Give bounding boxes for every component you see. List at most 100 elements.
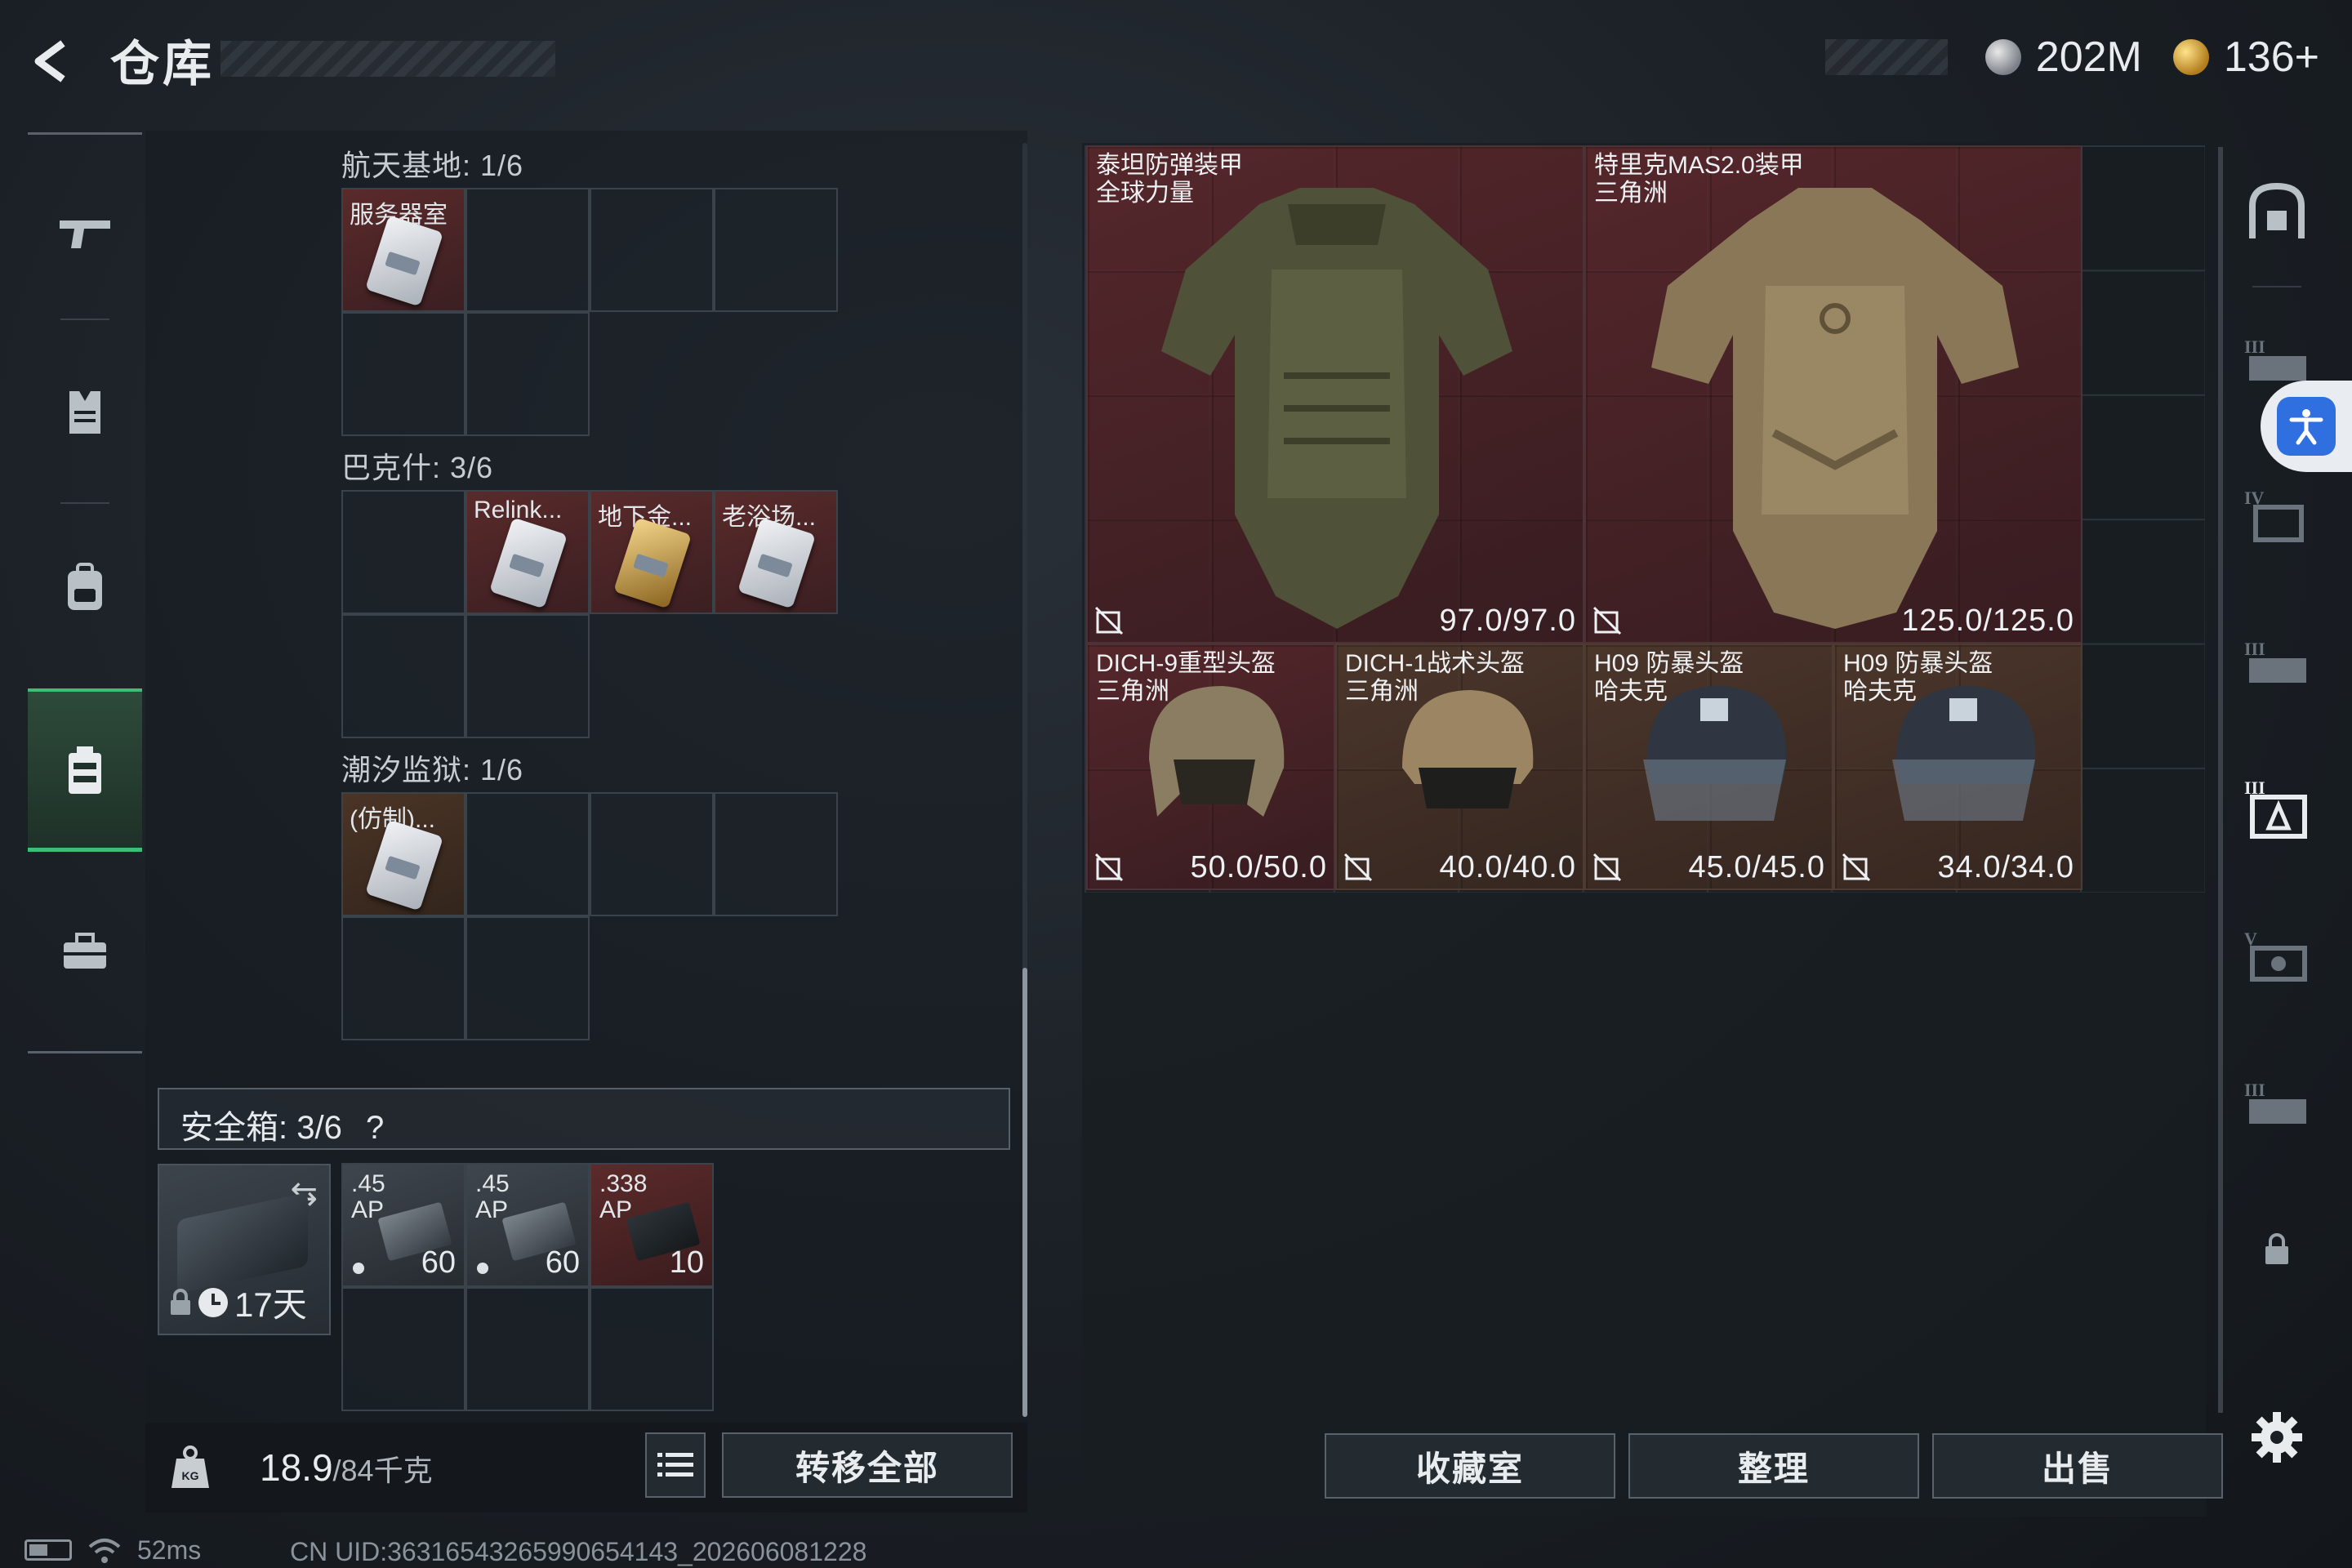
storage-scrollbar[interactable]: [1022, 143, 1027, 1417]
stash-page-5-active[interactable]: III: [2228, 743, 2326, 874]
safe-box-header: 安全箱: 3/6 ?: [158, 1088, 1010, 1150]
helmet-name: DICH-9重型头盔 三角洲: [1096, 650, 1276, 705]
accessibility-button[interactable]: [2261, 381, 2352, 472]
status-bar: 52ms: [24, 1534, 201, 1566]
lock-icon: [171, 1288, 190, 1315]
category-rail: [28, 132, 142, 1054]
svg-text:III: III: [2244, 639, 2265, 659]
ammo-slot-empty[interactable]: [341, 1287, 466, 1411]
keycard-slot-filled[interactable]: (仿制)...: [341, 792, 466, 916]
svg-text:III: III: [2244, 1080, 2265, 1100]
ammo-slot[interactable]: .338 AP 10: [590, 1163, 714, 1287]
scrollbar-thumb[interactable]: [1022, 968, 1027, 1417]
category-tools[interactable]: [28, 870, 142, 1033]
ammo-caliber: .45 AP: [351, 1170, 385, 1223]
keycard-slot-empty[interactable]: [590, 792, 714, 916]
non-insurable-icon: [1343, 853, 1373, 882]
back-button[interactable]: [24, 33, 82, 90]
silver-coin-icon: [1984, 39, 2021, 75]
keycard-slot-filled[interactable]: 老浴场...: [714, 490, 838, 614]
helmet-durability: 34.0/34.0: [1937, 850, 2074, 884]
keycard-slot-empty[interactable]: [341, 916, 466, 1040]
storage-icon: [2249, 182, 2305, 238]
stash-scrollbar[interactable]: [2218, 147, 2223, 1413]
keycard-slot-empty[interactable]: [466, 916, 590, 1040]
collection-room-button[interactable]: 收藏室: [1325, 1433, 1615, 1499]
helmet-name: H09 防暴头盔 哈夫克: [1594, 650, 1744, 705]
list-view-button[interactable]: [645, 1432, 706, 1498]
keycard-slot-empty[interactable]: [466, 792, 590, 916]
ammo-slot-empty[interactable]: [590, 1287, 714, 1411]
keycard-slot-filled[interactable]: Relink...: [466, 490, 590, 614]
safe-box-label: 安全箱: 3/6 ?: [180, 1101, 384, 1148]
keycard-slot-filled[interactable]: 地下金...: [590, 490, 714, 614]
help-icon[interactable]: ?: [366, 1110, 384, 1146]
settings-button[interactable]: [2244, 1405, 2310, 1470]
key-card-case-icon: [69, 746, 101, 794]
armor-item[interactable]: 特里克MAS2.0装甲 三角洲 125.0/125.0: [1584, 145, 2082, 644]
keycard-slot-empty[interactable]: [466, 188, 590, 312]
armor-durability: 125.0/125.0: [1901, 604, 2074, 638]
stash-page-icon: III: [2244, 639, 2306, 683]
stash-page-icon: III: [2244, 777, 2307, 839]
non-insurable-icon: [1842, 853, 1871, 882]
ammo-slot[interactable]: .45 AP 60: [466, 1163, 590, 1287]
list-icon: [657, 1453, 693, 1477]
helmet-item[interactable]: DICH-1战术头盔 三角洲 40.0/40.0: [1335, 644, 1584, 890]
non-insurable-icon: [1592, 606, 1622, 635]
non-insurable-icon: [1094, 853, 1124, 882]
section-label-tidal-prison: 潮汐监狱: 1/6: [341, 753, 524, 786]
keycard-slot-empty[interactable]: [714, 792, 838, 916]
ammo-quantity: 60: [545, 1245, 580, 1280]
category-keycard-case[interactable]: [28, 688, 142, 852]
category-vests[interactable]: [28, 331, 142, 494]
weight-bar: KG 18.9/84千克 转移全部: [145, 1423, 1027, 1512]
category-backpacks[interactable]: [28, 506, 142, 670]
helmet-name: H09 防暴头盔 哈夫克: [1843, 650, 1993, 705]
ping-value: 52ms: [137, 1535, 202, 1565]
armor-item[interactable]: 泰坦防弹装甲 全球力量 97.0/97.0: [1086, 145, 1584, 644]
keycard-slot-filled[interactable]: 服务器室: [341, 188, 466, 312]
svg-text:III: III: [2244, 336, 2265, 357]
sell-button[interactable]: 出售: [1932, 1433, 2223, 1499]
stash-page-main[interactable]: [2228, 147, 2326, 278]
stash-page-4[interactable]: III: [2228, 596, 2326, 727]
gold-currency-value[interactable]: 136+: [2224, 33, 2319, 82]
ammo-caliber: .45 AP: [475, 1170, 510, 1223]
helmet-item[interactable]: DICH-9重型头盔 三角洲 50.0/50.0: [1086, 644, 1335, 890]
stash-page-icon: III: [2244, 336, 2306, 381]
weapon-icon: [60, 220, 110, 248]
ammo-slot[interactable]: .45 AP 60: [341, 1163, 466, 1287]
keycard-name: Relink...: [474, 497, 563, 523]
armor-durability: 97.0/97.0: [1439, 604, 1576, 638]
safe-box-case[interactable]: ⇆ 17天: [158, 1164, 331, 1335]
stash-page-6[interactable]: V: [2228, 890, 2326, 1021]
toolbox-icon: [64, 933, 106, 969]
svg-text:KG: KG: [182, 1469, 199, 1482]
vest-icon: [69, 391, 100, 434]
armor-name: 特里克MAS2.0装甲 三角洲: [1594, 152, 1804, 207]
helmet-item[interactable]: H09 防暴头盔 哈夫克 45.0/45.0: [1584, 644, 1833, 890]
keycard-icon: [489, 517, 568, 609]
keycard-slot-empty[interactable]: [466, 614, 590, 738]
case-days-value: 17天: [234, 1285, 307, 1324]
wifi-icon: [88, 1539, 121, 1563]
gear-icon: [2252, 1412, 2302, 1463]
keycard-slot-empty[interactable]: [466, 312, 590, 436]
keycard-slot-empty[interactable]: [590, 188, 714, 312]
helmet-item[interactable]: H09 防暴头盔 哈夫克 34.0/34.0: [1833, 644, 2082, 890]
keycard-slot-empty[interactable]: [341, 490, 466, 614]
sort-button[interactable]: 整理: [1628, 1433, 1919, 1499]
clock-icon: [198, 1287, 228, 1317]
stash-page-locked[interactable]: [2228, 1184, 2326, 1315]
ammo-quantity: 10: [669, 1245, 704, 1280]
category-weapons[interactable]: [28, 151, 142, 314]
stash-page-7[interactable]: III: [2228, 1037, 2326, 1168]
silver-currency-value: 202M: [2035, 33, 2142, 81]
keycard-slot-empty[interactable]: [714, 188, 838, 312]
keycard-slot-empty[interactable]: [341, 614, 466, 738]
transfer-all-button[interactable]: 转移全部: [722, 1432, 1013, 1498]
ammo-slot-empty[interactable]: [466, 1287, 590, 1411]
keycard-slot-empty[interactable]: [341, 312, 466, 436]
accessibility-icon: [2277, 397, 2336, 456]
